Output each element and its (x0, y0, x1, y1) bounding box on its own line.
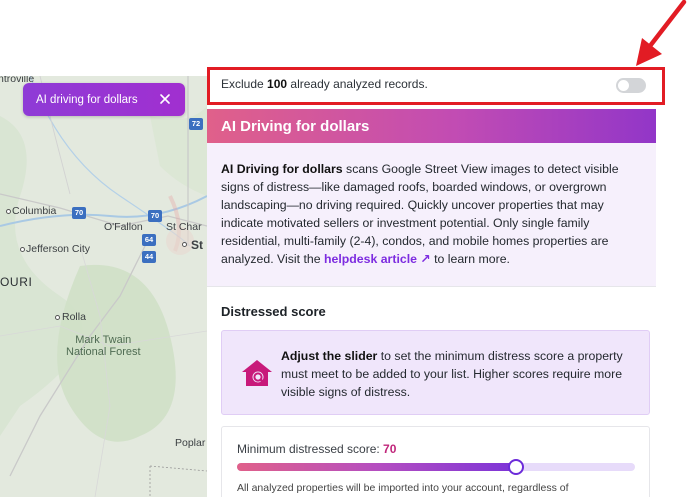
map-label-st-louis: St (191, 238, 203, 252)
slider-label: Minimum distressed score: 70 (237, 442, 397, 456)
distress-slider[interactable] (237, 459, 635, 475)
close-icon[interactable] (157, 91, 173, 107)
exclude-count: 100 (267, 77, 288, 91)
city-dot (6, 209, 11, 214)
info-callout: Adjust the slider to set the minimum dis… (221, 330, 650, 415)
highway-shield-44: 44 (142, 251, 156, 263)
feature-description: AI Driving for dollars scans Google Stre… (207, 143, 656, 286)
house-search-icon (242, 360, 272, 386)
exclude-analyzed-row: Exclude 100 already analyzed records. (207, 64, 656, 104)
slider-fill (237, 463, 516, 471)
slider-note: All analyzed properties will be imported… (237, 482, 569, 494)
exclude-text: Exclude 100 already analyzed records. (221, 77, 428, 91)
slider-value: 70 (383, 442, 397, 456)
map-label-forest: Mark Twain National Forest (66, 334, 141, 359)
map-label-jefferson-city: Jefferson City (26, 243, 90, 255)
city-dot (55, 315, 60, 320)
city-dot (182, 242, 187, 247)
highway-shield-70-east: 70 (148, 210, 162, 222)
info-text: Adjust the slider to set the minimum dis… (281, 349, 623, 399)
filter-chip-label: AI driving for dollars (36, 93, 138, 106)
section-title: AI Driving for dollars (207, 109, 656, 143)
red-arrow-icon (636, 0, 687, 66)
highway-shield-70-west: 70 (72, 207, 86, 219)
distressed-score-title: Distressed score (221, 304, 326, 319)
map-label-columbia: Columbia (12, 205, 57, 217)
helpdesk-link[interactable]: helpdesk article ↗ (324, 252, 431, 266)
filter-chip[interactable]: AI driving for dollars (23, 83, 185, 116)
map-label-ofallon: O'Fallon (104, 221, 143, 233)
city-dot (20, 247, 25, 252)
side-panel: Exclude 100 already analyzed records. AI… (207, 64, 656, 497)
map-label-st-charles: St Char (166, 221, 202, 233)
exclude-toggle[interactable] (616, 78, 646, 93)
map-view[interactable]: ntroville Columbia O'Fallon St Char St J… (0, 76, 207, 497)
highway-shield-72: 72 (189, 118, 203, 130)
divider (207, 286, 656, 287)
map-label-state: OURI (0, 275, 33, 289)
map-label-poplar: Poplar (175, 437, 206, 449)
map-label-rolla: Rolla (62, 311, 86, 323)
slider-thumb[interactable] (507, 459, 524, 475)
slider-card: Minimum distressed score: 70 All analyze… (221, 426, 650, 497)
highway-shield-64: 64 (142, 234, 156, 246)
toggle-knob (618, 80, 629, 91)
